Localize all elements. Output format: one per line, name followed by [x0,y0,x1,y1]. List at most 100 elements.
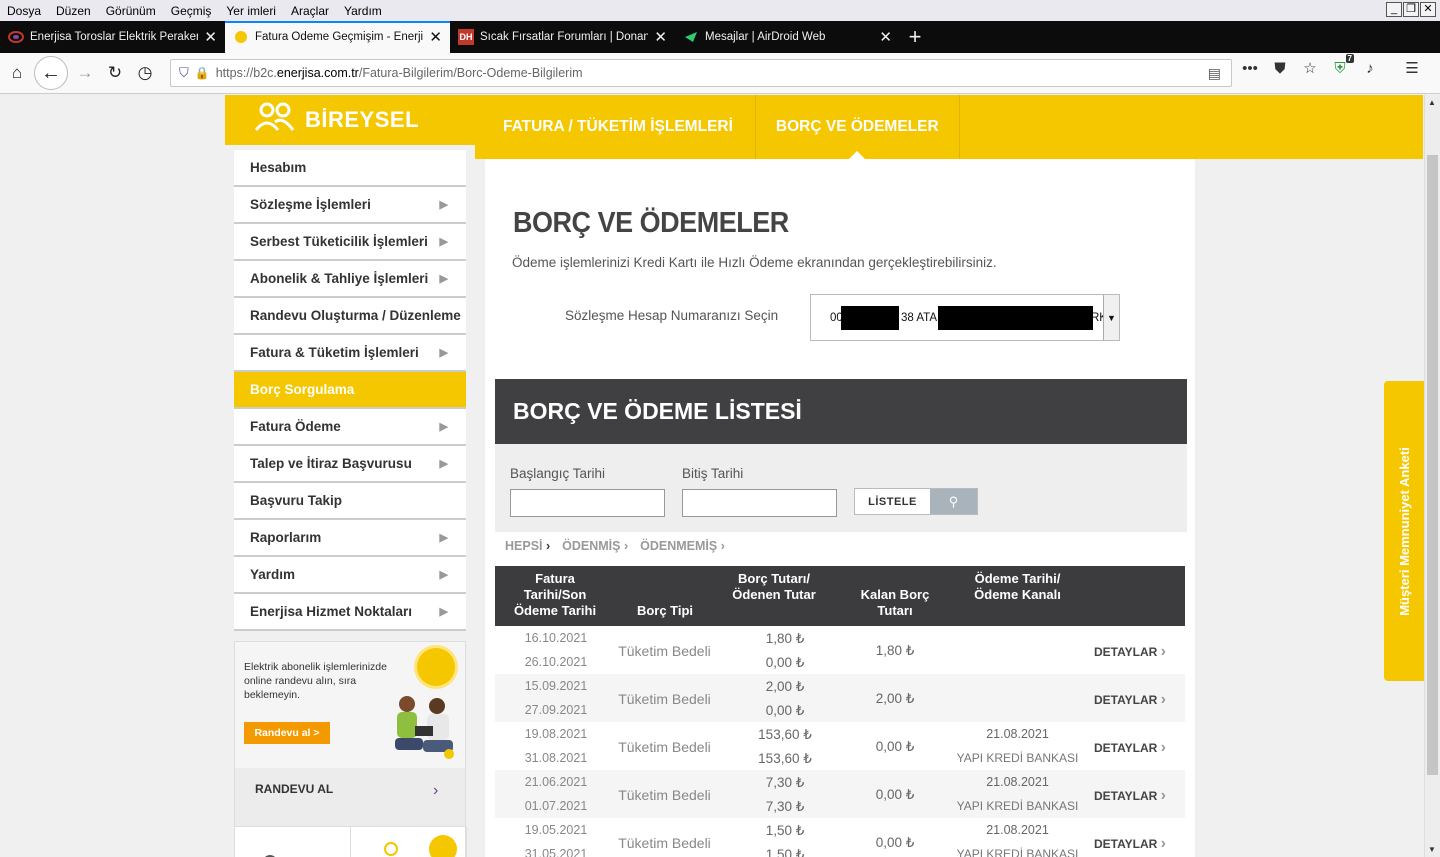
tab-fatura-odeme[interactable]: Fatura Ödeme Geçmişim - Enerjisa ✕ [225,21,450,53]
reload-button[interactable]: ↻ [100,58,130,88]
details-link[interactable]: DETAYLAR › [1085,787,1175,805]
restore-button[interactable]: ❐ [1403,2,1419,17]
bookmark-star-icon[interactable]: ☆ [1298,59,1322,77]
sidebar-item-hesabim[interactable]: Hesabım [234,150,466,187]
url-bar[interactable]: ⛉ 🔒 https://b2c. enerjisa.com.tr/Fatura-B… [170,59,1232,87]
sidebar-item-abonelik[interactable]: Abonelik & Tahliye İşlemleri ▶ [234,261,466,298]
promo-tile[interactable] [351,827,467,857]
menu-gecmis[interactable]: Geçmiş [171,4,212,18]
tab-enerjisa-toroslar[interactable]: Enerjisa Toroslar Elektrik Perakendi ✕ [0,21,225,53]
remaining-amount: 0,00 ₺ [875,835,915,850]
sidebar-item-sozlesme[interactable]: Sözleşme İşlemleri ▶ [234,187,466,224]
debt-type: Tüketim Bedeli [618,787,711,803]
pocket-icon[interactable]: ⛊ [1268,60,1292,77]
survey-tab[interactable]: Müşteri Memnuniyet Anketi [1384,381,1424,681]
remaining-amount: 1,80 ₺ [875,643,915,658]
tab-title: Enerjisa Toroslar Elektrik Perakendi [30,31,199,43]
promo-tile[interactable] [235,827,351,857]
extension-shield-icon[interactable]: ⛨ 7 [1328,53,1354,77]
col-header-type: Borç Tipi [636,603,694,618]
menu-duzen[interactable]: Düzen [56,4,91,18]
tab-donanimhaber[interactable]: DH Sıcak Fırsatlar Forumları | Donanım ✕ [450,21,675,53]
brand-bireysel[interactable]: BİREYSEL [225,95,485,145]
randevu-al-button[interactable]: Randevu al > [244,722,330,744]
sidebar-item-borc-sorgulama[interactable]: Borç Sorgulama [234,372,466,409]
paid-amount: 0,00 ₺ [765,703,805,718]
filter-tab-hepsi[interactable]: HEPSİ › [505,539,550,553]
window-controls: _ ❐ ✕ [1386,2,1436,17]
filter-tab-odenmemis[interactable]: ÖDENMEMİŞ › [640,539,725,553]
listele-button[interactable]: LİSTELE ⚲ [854,488,978,515]
payment-date: 21.08.2021 [986,775,1049,789]
scrollbar-thumb[interactable] [1427,155,1438,775]
details-link[interactable]: DETAYLAR › [1085,739,1175,757]
menu-araclar[interactable]: Araçlar [291,4,329,18]
new-tab-button[interactable]: + [900,21,930,53]
music-note-icon[interactable]: ♪ [1358,60,1382,77]
sidebar-item-hizmet-noktalari[interactable]: Enerjisa Hizmet Noktaları ▶ [234,594,466,631]
chevron-right-icon: ▶ [439,606,448,618]
promo-secondary [234,826,467,857]
sidebar-item-basvuru-takip[interactable]: Başvuru Takip [234,483,466,520]
menu-dosya[interactable]: Dosya [7,4,41,18]
sidebar-item-talep-itiraz[interactable]: Talep ve İtiraz Başvurusu ▶ [234,446,466,483]
url-domain: enerjisa.com.tr [276,66,359,80]
url-prefix: https://b2c. [215,66,277,80]
end-date-input[interactable] [682,489,837,517]
promo-randevu[interactable]: Elektrik abonelik işlemlerinizde online … [234,641,466,826]
survey-label: Müşteri Memnuniyet Anketi [1396,446,1412,616]
due-date: 01.07.2021 [524,799,588,813]
tab-airdroid[interactable]: Mesajlar | AirDroid Web ✕ [675,21,900,53]
contract-select-label: Sözleşme Hesap Numaranızı Seçin [565,308,779,323]
topnav-borc-odemeler[interactable]: BORÇ VE ÖDEMELER [754,95,960,159]
menu-yer-imleri[interactable]: Yer imleri [226,4,276,18]
dropdown-arrow-icon[interactable]: ▼ [1103,295,1119,340]
chevron-right-icon[interactable]: › [433,782,438,800]
tab-title: Mesajlar | AirDroid Web [705,31,826,43]
lock-icon: 🔒 [194,66,210,80]
filter-tab-odenmis[interactable]: ÖDENMİŞ › [562,539,628,553]
table-row: 15.09.2021 27.09.2021 Tüketim Bedeli 2,0… [495,674,1185,722]
sidebar-item-label: Başvuru Takip [250,493,343,508]
sidebar-item-fatura-tuketim[interactable]: Fatura & Tüketim İşlemleri ▶ [234,335,466,372]
details-link[interactable]: DETAYLAR › [1085,835,1175,853]
vertical-scrollbar[interactable]: ▲ ▼ [1424,95,1440,857]
menu-gorunum[interactable]: Görünüm [106,4,156,18]
close-tab-icon[interactable]: ✕ [879,30,892,45]
hamburger-menu-icon[interactable]: ☰ [1400,59,1424,77]
randevu-al-label: RANDEVU AL [255,782,334,796]
close-window-button[interactable]: ✕ [1420,2,1436,17]
menu-yardim[interactable]: Yardım [344,4,382,18]
scroll-down-icon[interactable]: ▼ [1428,845,1436,854]
sidebar-item-yardim[interactable]: Yardım ▶ [234,557,466,594]
topnav-fatura-tuketim[interactable]: FATURA / TÜKETİM İŞLEMLERİ [475,95,755,159]
extension-badge: 7 [1345,53,1354,63]
minimize-button[interactable]: _ [1386,2,1402,17]
back-button[interactable]: ← [34,56,68,90]
close-tab-icon[interactable]: ✕ [429,30,442,45]
reader-view-icon[interactable]: ▤ [1208,65,1221,82]
close-tab-icon[interactable]: ✕ [204,30,217,45]
start-date-input[interactable] [510,489,665,517]
forward-button[interactable]: → [70,58,100,88]
details-link[interactable]: DETAYLAR › [1085,691,1175,709]
sidebar-item-randevu[interactable]: Randevu Oluşturma / Düzenleme [234,298,466,335]
payment-channel: YAPI KREDİ BANKASI [956,799,1079,813]
sidebar-item-fatura-odeme[interactable]: Fatura Ödeme ▶ [234,409,466,446]
sidebar-item-label: Serbest Tüketicilik İşlemleri [250,234,428,249]
chevron-right-icon: › [1160,787,1166,804]
details-link[interactable]: DETAYLAR › [1085,643,1175,661]
sidebar-item-serbest[interactable]: Serbest Tüketicilik İşlemleri ▶ [234,224,466,261]
home-icon[interactable]: ⌂ [2,58,32,88]
contract-select[interactable]: 00 38 ATA RK ▼ [810,294,1120,341]
col-header-payment: Ödeme Tarihi/Ödeme Kanalı [974,571,1061,602]
sidebar-item-raporlarim[interactable]: Raporlarım ▶ [234,520,466,557]
invoice-date: 16.10.2021 [524,631,588,645]
more-actions-icon[interactable]: ••• [1238,60,1262,77]
debt-amount: 1,80 ₺ [765,631,805,646]
history-icon[interactable]: ◷ [130,58,160,88]
sidebar-item-label: Abonelik & Tahliye İşlemleri [250,271,429,286]
close-tab-icon[interactable]: ✕ [654,30,667,45]
scroll-up-icon[interactable]: ▲ [1428,98,1436,107]
shield-icon: ⛉ [179,65,189,80]
